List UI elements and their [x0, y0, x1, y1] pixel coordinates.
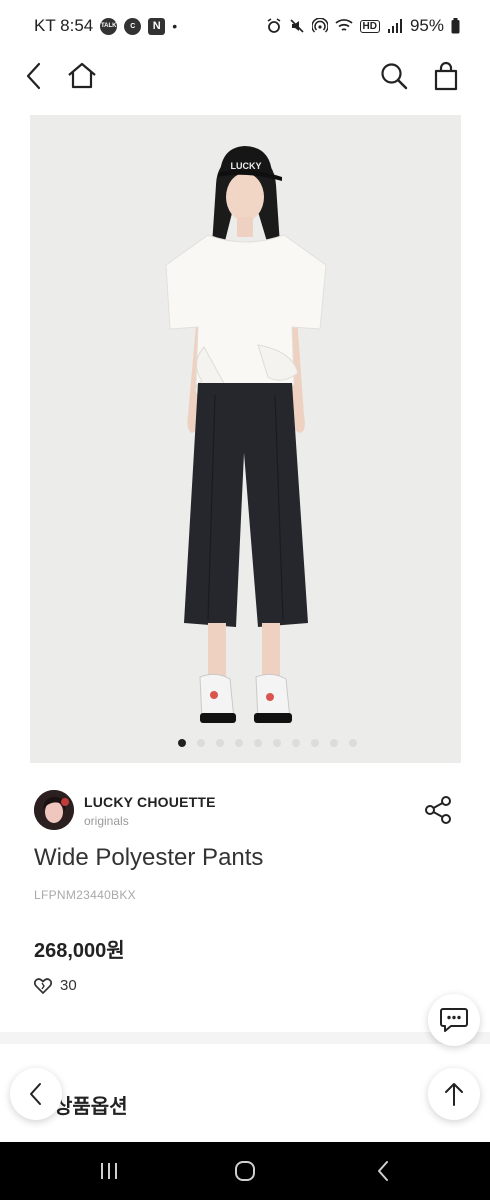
arrow-up-icon [445, 1083, 463, 1106]
brand-name[interactable]: LUCKY CHOUETTE [84, 794, 216, 810]
c-app-icon: C [124, 17, 142, 35]
carousel-dot[interactable] [292, 739, 300, 747]
talk-icon: TALK [100, 17, 118, 35]
scroll-top-button[interactable] [428, 1068, 480, 1120]
carousel-dots [58, 739, 461, 747]
status-left: KT 8:54 TALK C N • [34, 16, 177, 36]
heart-icon [34, 977, 52, 994]
carousel-dot[interactable] [330, 739, 338, 747]
carousel-dot[interactable] [311, 739, 319, 747]
section-divider [0, 1032, 490, 1044]
hd-badge: HD [359, 19, 380, 33]
cap-lettering: LUCKY [231, 161, 262, 171]
battery-icon [451, 18, 460, 34]
signal-icon [387, 18, 403, 34]
brand-avatar[interactable] [34, 790, 74, 830]
product-image[interactable]: LUCKY [30, 115, 461, 763]
search-icon [381, 63, 408, 90]
brand-subtitle: originals [84, 814, 129, 828]
back-button[interactable] [16, 58, 52, 94]
chevron-left-icon [30, 1083, 41, 1105]
cart-button[interactable] [428, 58, 464, 94]
carousel-dot[interactable] [216, 739, 224, 747]
system-nav-bar [0, 1142, 490, 1200]
section-title: 상품옵션 [54, 1096, 128, 1118]
shopping-bag-icon [434, 61, 458, 91]
chevron-left-icon [26, 62, 41, 90]
back-nav-button[interactable] [368, 1156, 398, 1186]
back-float-button[interactable] [10, 1068, 62, 1120]
product-title: Wide Polyester Pants [34, 844, 264, 871]
home-nav-button[interactable] [230, 1156, 260, 1186]
carousel-dot[interactable] [235, 739, 243, 747]
product-code: LFPNM23440BKX [34, 888, 136, 902]
recent-apps-button[interactable] [94, 1156, 124, 1186]
notification-dot: • [172, 18, 178, 34]
avatar-image [34, 790, 74, 830]
chat-icon [440, 1008, 468, 1032]
search-button[interactable] [376, 58, 412, 94]
naver-icon: N [148, 17, 166, 35]
share-button[interactable] [422, 794, 454, 826]
brand-row: LUCKY CHOUETTE originals [34, 790, 454, 834]
carousel-dot[interactable] [349, 739, 357, 747]
wifi-icon [334, 18, 353, 34]
like-button[interactable]: 30 [34, 977, 77, 994]
product-price: 268,000원 [34, 940, 125, 962]
app-header [0, 52, 490, 98]
mute-icon [289, 18, 305, 34]
carousel-dot[interactable] [197, 739, 205, 747]
carousel-dot[interactable] [178, 739, 186, 747]
battery-level: 95% [409, 16, 444, 35]
alarm-icon [266, 18, 282, 34]
chat-button[interactable] [428, 994, 480, 1046]
hotspot-icon [311, 18, 328, 34]
home-button[interactable] [64, 58, 100, 94]
back-nav-icon [378, 1161, 388, 1181]
model-photo: LUCKY [30, 115, 461, 763]
carousel-dot[interactable] [254, 739, 262, 747]
share-icon [425, 796, 451, 824]
carrier-time: KT 8:54 [34, 16, 94, 35]
status-bar: KT 8:54 TALK C N • HD 95% [0, 0, 490, 52]
like-count: 30 [60, 977, 77, 994]
carousel-dot[interactable] [273, 739, 281, 747]
recent-apps-icon [101, 1163, 117, 1179]
home-circle-icon [235, 1161, 255, 1181]
home-icon [68, 62, 96, 89]
status-right: HD 95% [266, 16, 460, 36]
